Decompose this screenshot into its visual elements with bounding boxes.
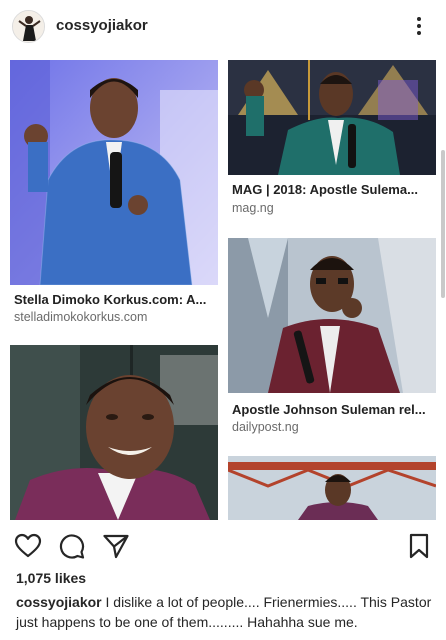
result-image-2[interactable] bbox=[228, 60, 436, 175]
post-header: cossyojiakor bbox=[0, 0, 446, 54]
post-actions bbox=[0, 520, 446, 568]
result-source-3: dailypost.ng bbox=[232, 420, 299, 434]
likes-count[interactable]: 1,075 likes bbox=[16, 570, 86, 586]
post-username[interactable]: cossyojiakor bbox=[56, 17, 148, 34]
caption-username[interactable]: cossyojiakor bbox=[16, 594, 102, 610]
result-source-2: mag.ng bbox=[232, 201, 274, 215]
result-image-5[interactable] bbox=[228, 456, 436, 520]
bookmark-icon[interactable] bbox=[405, 532, 433, 560]
result-image-3[interactable] bbox=[10, 345, 218, 520]
heart-icon[interactable] bbox=[14, 532, 42, 560]
result-image-1[interactable] bbox=[10, 60, 218, 285]
result-title-2[interactable]: MAG | 2018: Apostle Sulema... bbox=[232, 182, 432, 197]
result-source-1: stelladimokokorkus.com bbox=[14, 310, 148, 324]
send-icon[interactable] bbox=[102, 532, 130, 560]
result-image-4[interactable] bbox=[228, 238, 436, 393]
scrollbar[interactable] bbox=[441, 150, 445, 298]
post-caption: cossyojiakor I dislike a lot of people..… bbox=[16, 592, 436, 632]
more-vertical-icon[interactable] bbox=[411, 13, 427, 39]
result-title-3[interactable]: Apostle Johnson Suleman rel... bbox=[232, 402, 432, 417]
profile-avatar[interactable] bbox=[12, 10, 45, 43]
result-title-1[interactable]: Stella Dimoko Korkus.com: A... bbox=[14, 292, 214, 307]
comment-icon[interactable] bbox=[58, 532, 86, 560]
post-image: Stella Dimoko Korkus.com: A... stelladim… bbox=[0, 54, 446, 520]
